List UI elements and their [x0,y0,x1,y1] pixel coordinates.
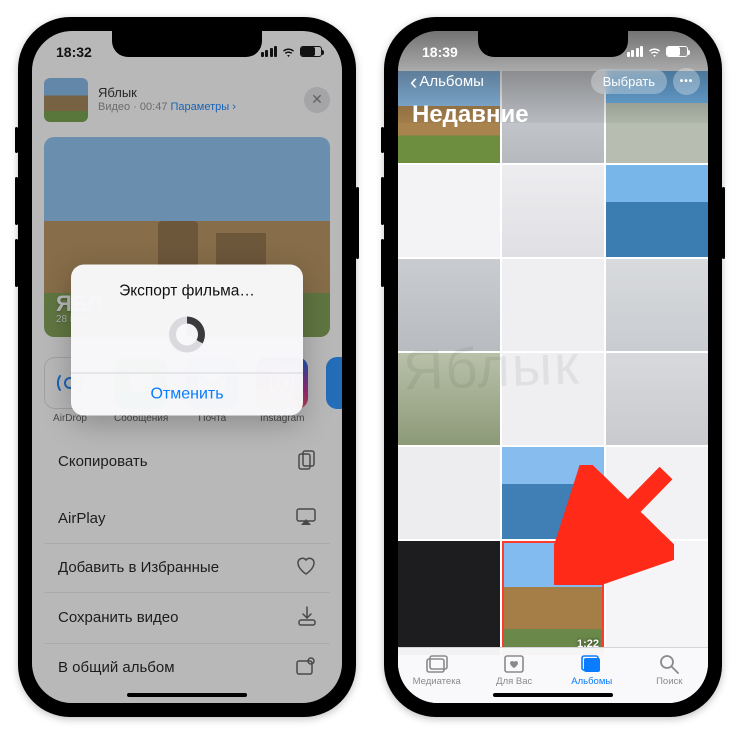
grid-cell[interactable] [606,353,708,445]
grid-cell[interactable] [606,447,708,539]
grid-cell[interactable] [398,165,500,257]
notch [112,31,262,57]
grid-cell-video-highlighted[interactable]: 1:22 [502,541,604,655]
grid-cell[interactable] [606,259,708,351]
grid-cell[interactable] [398,259,500,351]
tab-library[interactable]: Медиатека [398,648,476,693]
phone-left: 18:32 Яблык Видео · 00:47 Параметры › ✕ [18,17,356,717]
battery-icon [300,46,322,57]
tab-for-you[interactable]: Для Вас [476,648,554,693]
battery-icon [666,46,688,57]
back-button[interactable]: ‹ Альбомы [406,67,488,97]
more-icon[interactable]: ••• [673,68,700,95]
grid-cell[interactable] [398,447,500,539]
status-bar: 18:39 [398,31,708,67]
library-icon [425,654,449,674]
grid-cell[interactable] [606,165,708,257]
albums-icon [580,654,604,674]
photo-grid[interactable]: 1:22 [398,71,708,655]
progress-spinner-icon [169,316,205,352]
status-time: 18:32 [56,44,92,60]
export-modal: Экспорт фильма… Отменить [71,264,303,415]
grid-cell[interactable] [502,447,604,539]
home-indicator[interactable] [127,693,247,697]
grid-cell[interactable] [606,541,708,655]
grid-cell[interactable] [398,541,500,655]
select-button[interactable]: Выбрать [591,69,667,94]
modal-title: Экспорт фильма… [71,264,303,308]
home-indicator[interactable] [493,693,613,697]
page-title: Недавние [398,97,708,129]
grid-cell[interactable] [502,353,604,445]
modal-cancel-button[interactable]: Отменить [71,372,303,415]
grid-cell[interactable] [398,353,500,445]
wifi-icon [647,46,662,57]
signal-icon [261,46,278,57]
grid-cell[interactable] [502,165,604,257]
phone-right: 1:22 18:39 ‹ Альбомы Выбрать ••• [384,17,722,717]
signal-icon [627,46,644,57]
tab-search[interactable]: Поиск [631,648,709,693]
chevron-left-icon: ‹ [410,71,417,93]
tab-albums[interactable]: Альбомы [553,648,631,693]
search-icon [657,654,681,674]
wifi-icon [281,46,296,57]
for-you-icon [502,654,526,674]
grid-cell[interactable] [502,259,604,351]
status-time: 18:39 [422,44,458,60]
